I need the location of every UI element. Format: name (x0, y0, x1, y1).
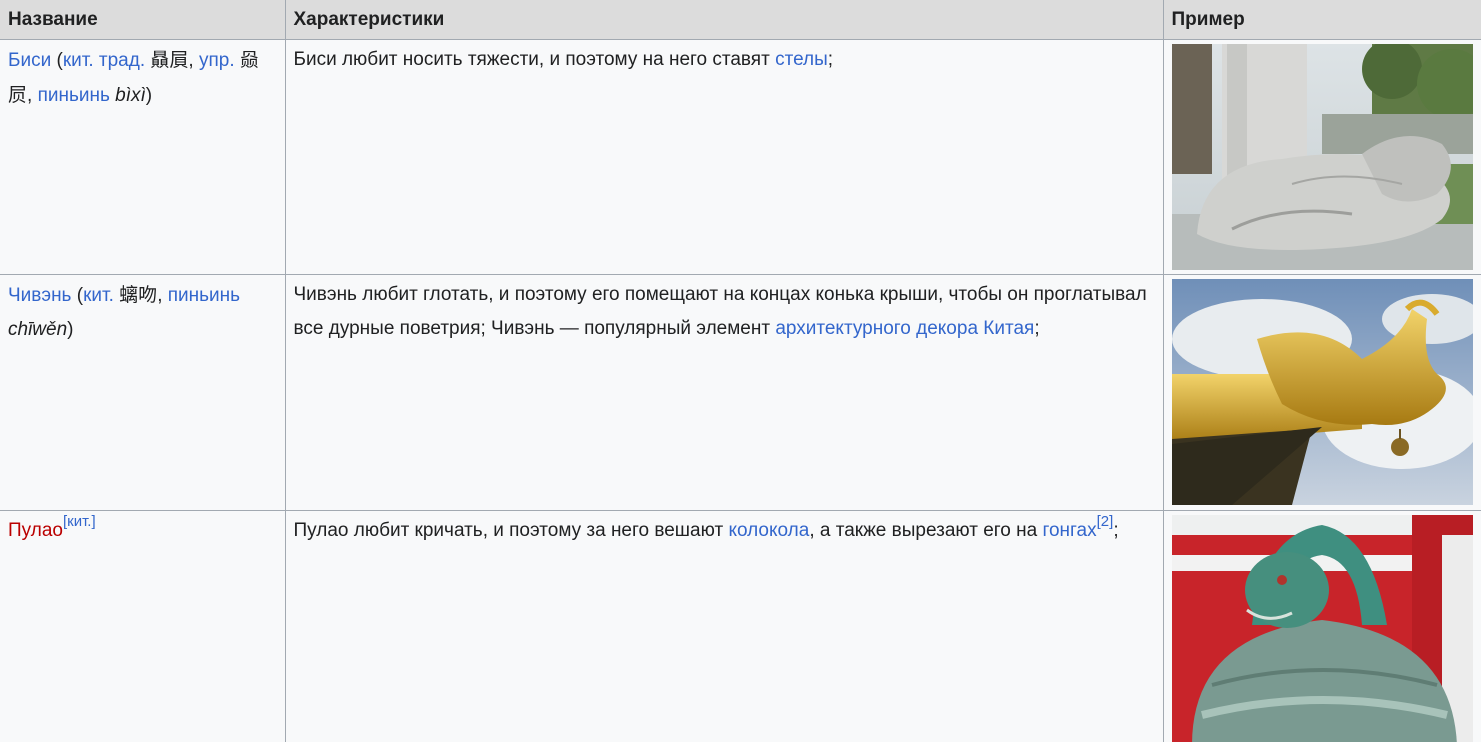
pinyin-link[interactable]: пиньинь (168, 285, 240, 306)
hanzi-traditional: 贔屓 (150, 49, 189, 71)
image-cell (1163, 274, 1481, 511)
image-cell (1163, 510, 1481, 742)
hanzi: 螭吻 (119, 284, 158, 306)
description-end: ; (1113, 520, 1119, 541)
column-header-name[interactable]: Название (0, 0, 286, 40)
paren-open: ( (71, 285, 84, 306)
traditional-link[interactable]: трад. (99, 50, 145, 71)
pinyin-link[interactable]: пиньинь (38, 85, 110, 106)
creature-name-link[interactable]: Пулао (8, 520, 63, 541)
description-text: , а также вырезают его на (809, 520, 1043, 541)
description-cell: Пулао любит кричать, и поэтому за него в… (285, 510, 1164, 742)
stone-turtle-photo[interactable] (1171, 44, 1473, 270)
simplified-link[interactable]: упр. (199, 50, 235, 71)
stele-link[interactable]: стелы (775, 49, 828, 70)
comma: , (188, 50, 199, 71)
golden-dragon-roof-photo[interactable] (1171, 279, 1473, 505)
architecture-decor-link[interactable]: архитектурного декора Китая (775, 318, 1034, 339)
description-cell: Чивэнь любит глотать, и поэтому его поме… (285, 274, 1164, 511)
comma: , (27, 85, 38, 106)
table-row: Биси (кит. трад. 贔屓, упр. 赑屃, пиньинь bì… (0, 39, 1481, 275)
image-cell (1163, 39, 1481, 275)
name-cell: Биси (кит. трад. 贔屓, упр. 赑屃, пиньинь bì… (0, 39, 286, 275)
reference-link[interactable]: [2] (1097, 513, 1114, 530)
name-cell: Пулао[кит.] (0, 510, 286, 742)
paren-open: ( (51, 50, 63, 71)
pinyin-text: bìxì (115, 85, 146, 106)
description-end: ; (827, 49, 834, 70)
chinese-footnote-link[interactable]: [кит.] (63, 513, 96, 530)
description-text: Биси любит носить тяжести, и поэтому на … (293, 49, 776, 70)
table-row: Пулао[кит.] Пулао любит кричать, и поэто… (0, 510, 1481, 742)
description-text: Пулао любит кричать, и поэтому за него в… (293, 520, 729, 541)
creature-name-link[interactable]: Биси (8, 50, 51, 71)
column-header-characteristics[interactable]: Характеристики (285, 0, 1164, 40)
comma: , (157, 285, 168, 306)
gongs-link[interactable]: гонгах (1042, 520, 1096, 541)
paren-close: ) (67, 319, 74, 340)
bronze-bell-dragon-photo[interactable] (1171, 515, 1473, 742)
chinese-language-link[interactable]: кит. (83, 285, 114, 306)
bells-link[interactable]: колокола (728, 520, 809, 541)
pinyin-text: chīwěn (8, 319, 68, 340)
creature-name-link[interactable]: Чивэнь (8, 285, 71, 306)
creatures-table: Название Характеристики Пример Биси (кит… (0, 0, 1481, 742)
description-cell: Биси любит носить тяжести, и поэтому на … (285, 39, 1164, 275)
table-row: Чивэнь (кит. 螭吻, пиньинь chīwěn) Чивэнь … (0, 274, 1481, 511)
paren-close: ) (145, 85, 153, 106)
header-row: Название Характеристики Пример (0, 0, 1481, 40)
column-header-example[interactable]: Пример (1163, 0, 1481, 40)
name-cell: Чивэнь (кит. 螭吻, пиньинь chīwěn) (0, 274, 286, 511)
description-end: ; (1034, 318, 1040, 339)
chinese-language-link[interactable]: кит. (63, 50, 94, 71)
